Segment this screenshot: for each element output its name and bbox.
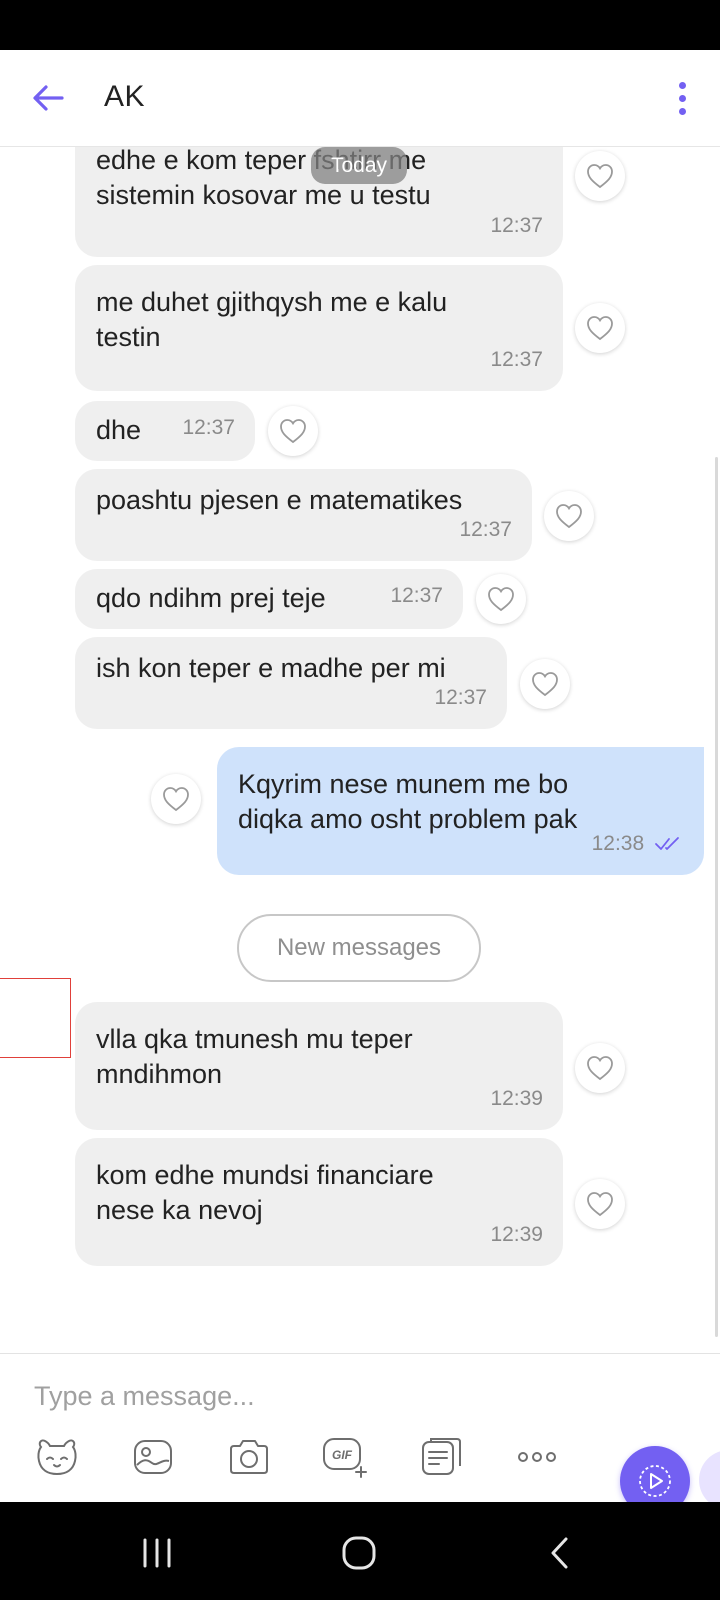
- message-time: 12:37: [490, 348, 543, 371]
- message-text: Kqyrim nese munem me bo diqka amo osht p…: [238, 769, 578, 834]
- like-button[interactable]: [520, 659, 570, 709]
- message-time: 12:38: [592, 826, 682, 861]
- heart-icon: [163, 787, 189, 812]
- recent-apps-button[interactable]: [127, 1528, 187, 1578]
- heart-icon: [280, 419, 306, 444]
- incoming-message[interactable]: qdo ndihm prej teje 12:37: [75, 569, 463, 629]
- outgoing-message[interactable]: Kqyrim nese munem me bo diqka amo osht p…: [217, 747, 704, 875]
- incoming-message[interactable]: dhe 12:37: [75, 401, 255, 461]
- like-button[interactable]: [575, 1043, 625, 1093]
- incoming-message[interactable]: vlla qka tmunesh mu teper mndihmon 12:39: [75, 1002, 563, 1130]
- chat-header: AK: [0, 50, 720, 147]
- heart-icon: [556, 504, 582, 529]
- like-button[interactable]: [575, 151, 625, 201]
- svg-text:GIF: GIF: [332, 1448, 353, 1462]
- like-button[interactable]: [268, 406, 318, 456]
- message-time: 12:37: [434, 686, 487, 709]
- menu-dot-icon: [678, 94, 686, 102]
- message-time: 12:39: [490, 1223, 543, 1246]
- sticker-button[interactable]: [32, 1432, 82, 1482]
- heart-icon: [587, 316, 613, 341]
- message-text: poashtu pjesen e matematikes: [96, 485, 463, 515]
- incoming-message[interactable]: poashtu pjesen e matematikes 12:37: [75, 469, 532, 561]
- sticker-icon: [37, 1439, 77, 1476]
- back-arrow-icon: [33, 85, 64, 111]
- play-circle-icon: [639, 1465, 671, 1497]
- chevron-left-icon: [551, 1537, 568, 1569]
- heart-icon: [488, 587, 514, 612]
- message-composer: GIF: [0, 1353, 720, 1502]
- heart-icon: [587, 1192, 613, 1217]
- message-time: 12:37: [490, 214, 543, 237]
- chat-title[interactable]: AK: [104, 80, 145, 114]
- message-text: kom edhe mundsi financiare nese ka nevoj: [96, 1160, 434, 1225]
- chat-screen: AK edhe e kom teper fshtirr me sistemin …: [0, 50, 720, 1502]
- like-button[interactable]: [575, 1179, 625, 1229]
- message-text: me duhet gjithqysh me e kalu testin: [96, 287, 448, 352]
- scrollbar[interactable]: [715, 457, 718, 1337]
- message-list[interactable]: edhe e kom teper fshtirr me sistemin kos…: [0, 147, 720, 1403]
- like-button[interactable]: [575, 303, 625, 353]
- gallery-button[interactable]: [128, 1432, 178, 1482]
- new-messages-divider[interactable]: New messages: [237, 914, 481, 982]
- heart-icon: [587, 164, 613, 189]
- incoming-message[interactable]: me duhet gjithqysh me e kalu testin 12:3…: [75, 265, 563, 391]
- message-text: vlla qka tmunesh mu teper mndihmon: [96, 1024, 413, 1089]
- notes-icon: [422, 1438, 461, 1475]
- message-input[interactable]: [34, 1376, 574, 1416]
- gif-icon: GIF: [323, 1438, 367, 1478]
- date-separator: Today: [311, 147, 407, 184]
- message-time: 12:37: [182, 416, 235, 439]
- highlight-box: [0, 978, 71, 1058]
- home-button[interactable]: [329, 1528, 389, 1578]
- like-button[interactable]: [476, 574, 526, 624]
- like-button[interactable]: [544, 491, 594, 541]
- menu-dot-icon: [678, 107, 686, 115]
- message-text: dhe: [96, 415, 142, 445]
- camera-icon: [230, 1440, 268, 1474]
- notes-button[interactable]: [416, 1432, 466, 1482]
- heart-icon: [587, 1056, 613, 1081]
- status-bar: [0, 0, 720, 50]
- gif-button[interactable]: GIF: [320, 1432, 370, 1482]
- system-nav-bar: [0, 1502, 720, 1600]
- menu-dot-icon: [678, 81, 686, 89]
- message-text: ish kon teper e madhe per mi: [96, 653, 446, 683]
- overflow-menu-button[interactable]: [664, 78, 700, 118]
- message-time: 12:37: [459, 518, 512, 541]
- message-time: 12:39: [490, 1087, 543, 1110]
- message-text: qdo ndihm prej teje: [96, 583, 326, 613]
- camera-button[interactable]: [224, 1432, 274, 1482]
- secondary-action-button[interactable]: [699, 1450, 720, 1502]
- heart-icon: [532, 672, 558, 697]
- back-button[interactable]: [28, 78, 68, 118]
- gallery-icon: [134, 1440, 172, 1474]
- incoming-message[interactable]: ish kon teper e madhe per mi 12:37: [75, 637, 507, 729]
- seen-check-icon: [655, 837, 679, 851]
- incoming-message[interactable]: kom edhe mundsi financiare nese ka nevoj…: [75, 1138, 563, 1266]
- video-message-button[interactable]: [620, 1446, 690, 1502]
- message-time: 12:37: [390, 584, 443, 607]
- home-icon: [342, 1536, 376, 1570]
- more-icon: [518, 1452, 556, 1462]
- recents-icon: [143, 1538, 171, 1568]
- more-options-button[interactable]: [512, 1432, 562, 1482]
- like-button[interactable]: [151, 774, 201, 824]
- system-back-button[interactable]: [530, 1528, 590, 1578]
